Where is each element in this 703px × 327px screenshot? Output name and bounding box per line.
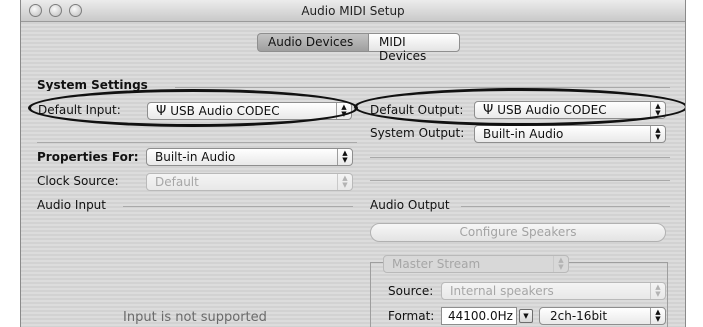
usb-icon: Ψ xyxy=(156,104,167,119)
popup-arrows-icon: ▲ ▼ xyxy=(650,102,665,118)
master-stream-value: Master Stream xyxy=(392,257,481,271)
configure-speakers-button[interactable]: Configure Speakers xyxy=(370,223,666,242)
audio-input-heading: Audio Input xyxy=(37,198,106,212)
tab-audio-devices[interactable]: Audio Devices xyxy=(257,33,369,52)
system-settings-divider xyxy=(175,87,670,88)
properties-for-popup[interactable]: Built-in Audio ▲ ▼ xyxy=(146,148,353,166)
default-input-popup[interactable]: Ψ USB Audio CODEC ▲ ▼ xyxy=(147,102,352,120)
format-rate-field[interactable]: 44100.0Hz xyxy=(441,307,517,325)
system-settings-bottom-divider xyxy=(37,142,357,143)
popup-arrows-icon: ▲ ▼ xyxy=(553,256,568,272)
format-channels-value: 2ch-16bit xyxy=(550,309,608,323)
tab-midi-devices[interactable]: MIDI Devices xyxy=(368,33,460,63)
default-output-popup[interactable]: Ψ USB Audio CODEC ▲ ▼ xyxy=(474,101,666,119)
audio-input-divider xyxy=(123,206,353,207)
master-stream-popup[interactable]: Master Stream ▲ ▼ xyxy=(383,255,569,273)
popup-arrows-icon: ▲ ▼ xyxy=(650,308,665,324)
default-output-value: USB Audio CODEC xyxy=(497,103,607,117)
clock-source-divider xyxy=(370,180,670,181)
properties-for-label: Properties For: xyxy=(37,150,139,164)
clock-source-label: Clock Source: xyxy=(37,174,119,188)
input-not-supported-message: Input is not supported xyxy=(123,310,267,325)
format-rate-dropdown-icon[interactable]: ▼ xyxy=(519,309,533,323)
default-output-label: Default Output: xyxy=(370,103,464,117)
system-output-popup[interactable]: Built-in Audio ▲ ▼ xyxy=(474,125,666,143)
clock-source-value: Default xyxy=(155,175,199,189)
source-value: Internal speakers xyxy=(450,284,554,298)
popup-arrows-icon: ▲ ▼ xyxy=(336,103,351,119)
default-input-value: USB Audio CODEC xyxy=(170,104,280,118)
popup-arrows-icon: ▲ ▼ xyxy=(337,174,352,190)
title-bar: Audio MIDI Setup xyxy=(21,0,685,22)
system-output-label: System Output: xyxy=(370,126,465,140)
format-label: Format: xyxy=(388,309,435,323)
audio-output-divider xyxy=(461,206,670,207)
window-title: Audio MIDI Setup xyxy=(301,4,405,18)
source-popup[interactable]: Internal speakers ▲ ▼ xyxy=(441,282,666,300)
popup-arrows-icon: ▲ ▼ xyxy=(650,283,665,299)
source-label: Source: xyxy=(388,284,434,298)
system-settings-heading: System Settings xyxy=(37,78,148,91)
system-output-value: Built-in Audio xyxy=(483,127,564,141)
audio-midi-setup-window: Audio MIDI Setup Audio Devices MIDI Devi… xyxy=(20,0,686,327)
clock-source-popup[interactable]: Default ▲ ▼ xyxy=(146,173,353,191)
usb-icon: Ψ xyxy=(483,103,494,118)
audio-output-heading: Audio Output xyxy=(370,198,450,212)
properties-divider xyxy=(370,157,670,158)
default-input-label: Default Input: xyxy=(38,103,121,117)
properties-for-value: Built-in Audio xyxy=(155,150,236,164)
popup-arrows-icon: ▲ ▼ xyxy=(650,126,665,142)
popup-arrows-icon: ▲ ▼ xyxy=(337,149,352,165)
format-channels-popup[interactable]: 2ch-16bit ▲ ▼ xyxy=(539,307,666,325)
